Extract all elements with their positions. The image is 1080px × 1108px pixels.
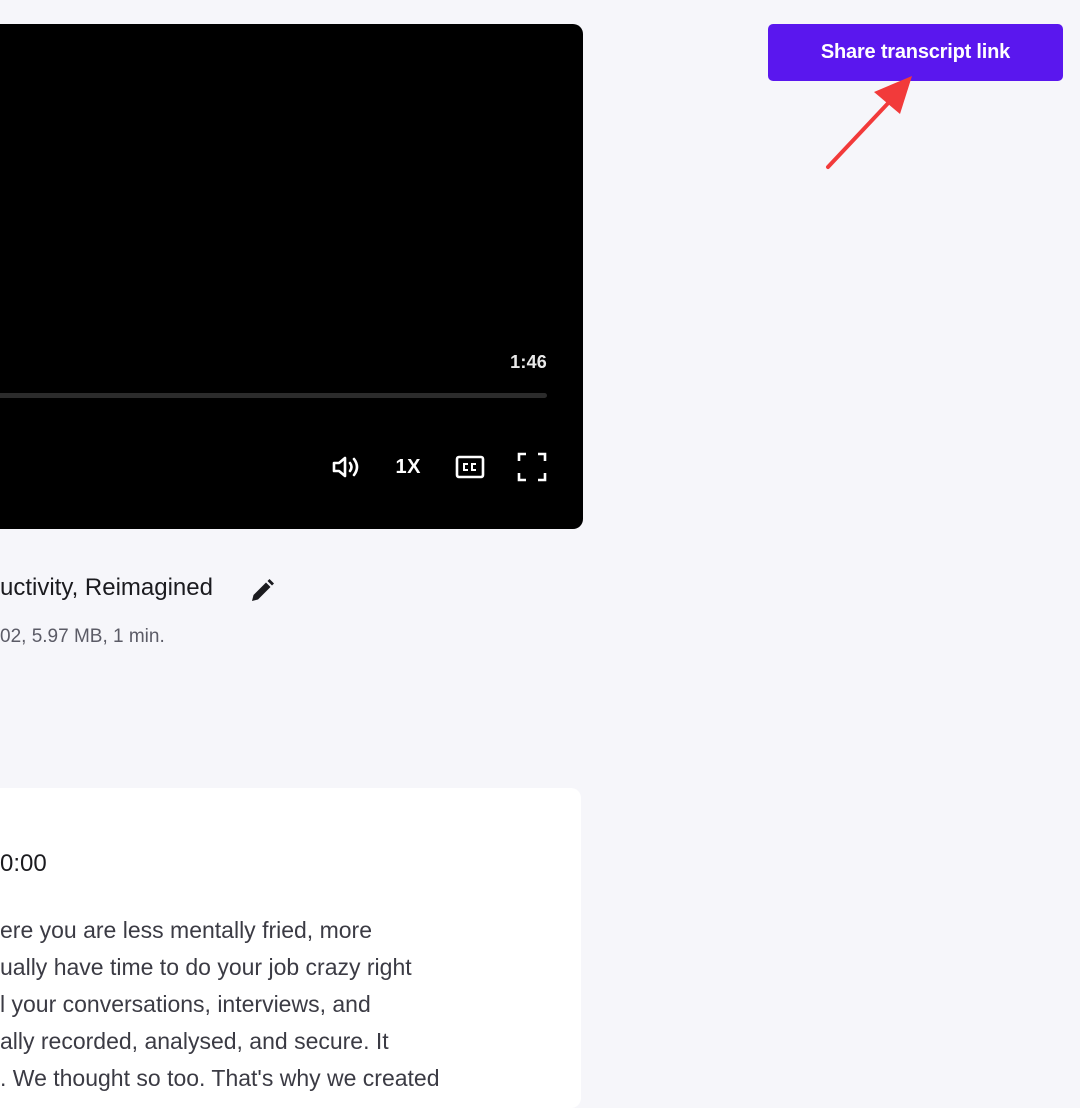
transcript-line: l your conversations, interviews, and: [0, 991, 371, 1017]
video-player[interactable]: 1:46 1X: [0, 24, 583, 529]
volume-button[interactable]: [332, 454, 362, 480]
fullscreen-button[interactable]: [517, 452, 547, 482]
edit-title-button[interactable]: [249, 578, 275, 604]
transcript-line: ere you are less mentally fried, more: [0, 917, 372, 943]
transcript-line: ually have time to do your job crazy rig…: [0, 954, 412, 980]
transcript-timestamp[interactable]: 0:00: [0, 850, 47, 878]
video-controls: 1X: [332, 450, 547, 484]
playback-speed-button[interactable]: 1X: [396, 456, 421, 479]
video-progress-bar[interactable]: [0, 393, 547, 398]
transcript-line: ally recorded, analysed, and secure. It: [0, 1028, 389, 1054]
pencil-icon: [252, 579, 274, 601]
recording-meta: 02, 5.97 MB, 1 min.: [0, 626, 165, 647]
captions-button[interactable]: [455, 455, 485, 479]
transcript-line: . We thought so too. That's why we creat…: [0, 1065, 440, 1091]
video-duration: 1:46: [510, 352, 547, 372]
volume-icon: [332, 456, 358, 478]
closed-captions-icon: [455, 455, 485, 479]
transcript-text: ere you are less mentally fried, more ua…: [0, 912, 540, 1097]
fullscreen-icon: [517, 452, 547, 482]
share-transcript-link-button[interactable]: Share transcript link: [768, 24, 1063, 81]
recording-title: uctivity, Reimagined: [0, 574, 213, 601]
